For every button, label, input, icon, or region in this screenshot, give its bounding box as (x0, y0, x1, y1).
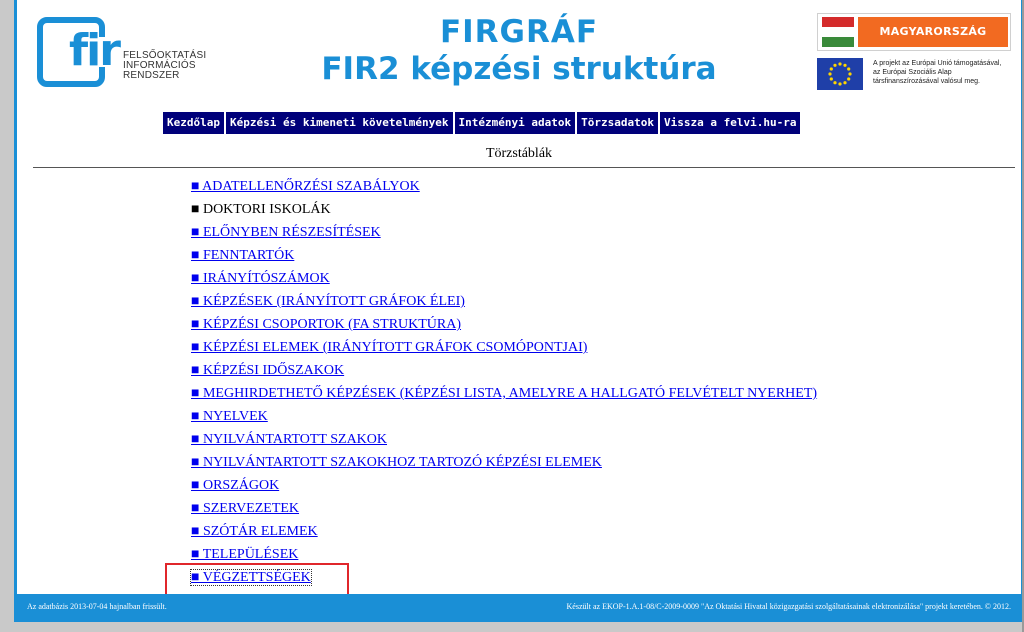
torzstabla-list: ■ ADATELLENŐRZÉSI SZABÁLYOK ■ DOKTORI ISK… (190, 178, 817, 592)
list-item-link[interactable]: ■ KÉPZÉSI CSOPORTOK (FA STRUKTÚRA) (191, 317, 461, 332)
list-item[interactable]: ■ IRÁNYÍTÓSZÁMOK (191, 270, 817, 293)
hungarian-flag-icon (822, 17, 854, 47)
nav-item-vissza-felvi[interactable]: Vissza a felvi.hu-ra (659, 112, 801, 134)
list-item-link[interactable]: ■ ORSZÁGOK (191, 478, 279, 493)
section-title: Törzstáblák (485, 146, 553, 161)
list-item[interactable]: ■ VÉGZETTSÉGEK (190, 569, 817, 592)
magyarorszag-megujul-badge: MAGYARORSZÁG MEGÚJUL (817, 13, 1011, 68)
list-item-link[interactable]: ■ KÉPZÉSEK (IRÁNYÍTOTT GRÁFOK ÉLEI) (191, 294, 465, 309)
badge-label: MAGYARORSZÁG MEGÚJUL (858, 17, 1008, 68)
list-item-link[interactable]: ■ ADATELLENŐRZÉSI SZABÁLYOK (191, 179, 420, 194)
list-item[interactable]: ■ KÉPZÉSI CSOPORTOK (FA STRUKTÚRA) (191, 316, 817, 339)
list-item-link[interactable]: ■ SZERVEZETEK (191, 501, 299, 516)
list-item[interactable]: ■ ORSZÁGOK (191, 477, 817, 500)
nav-item-torzsadatok[interactable]: Törzsadatok (577, 112, 658, 134)
list-item: ■ DOKTORI ISKOLÁK (191, 201, 817, 224)
list-item[interactable]: ■ KÉPZÉSI IDŐSZAKOK (191, 362, 817, 385)
footer-update-text: Az adatbázis 2013-07-04 hajnalban frissü… (27, 602, 167, 611)
footer-credit-text: Készült az EKOP-1.A.1-08/C-2009-0009 "Az… (566, 602, 1011, 611)
list-item[interactable]: ■ SZERVEZETEK (191, 500, 817, 523)
footer: Az adatbázis 2013-07-04 hajnalban frissü… (17, 594, 1021, 619)
list-item[interactable]: ■ ELŐNYBEN RÉSZESÍTÉSEK (191, 224, 817, 247)
list-item-label: ■ DOKTORI ISKOLÁK (191, 202, 331, 217)
nav-item-kepzesi-kovetelmenyek[interactable]: Képzési és kimeneti követelmények (225, 112, 453, 134)
list-item[interactable]: ■ NYILVÁNTARTOTT SZAKOK (191, 431, 817, 454)
list-item-link[interactable]: ■ KÉPZÉSI IDŐSZAKOK (191, 363, 344, 378)
nav-item-kezdolap[interactable]: Kezdőlap (163, 112, 224, 134)
list-item-link[interactable]: ■ NYILVÁNTARTOTT SZAKOKHOZ TARTOZÓ KÉPZÉ… (191, 455, 602, 470)
page-frame: fir FELSŐOKTATÁSI INFORMÁCIÓS RENDSZER F… (14, 0, 1024, 622)
list-item[interactable]: ■ FENNTARTÓK (191, 247, 817, 270)
header: fir FELSŐOKTATÁSI INFORMÁCIÓS RENDSZER F… (17, 0, 1021, 106)
list-item-link[interactable]: ■ IRÁNYÍTÓSZÁMOK (191, 271, 330, 286)
list-item-link[interactable]: ■ ELŐNYBEN RÉSZESÍTÉSEK (191, 225, 381, 240)
list-item[interactable]: ■ TELEPÜLÉSEK (191, 546, 817, 569)
list-item[interactable]: ■ ADATELLENŐRZÉSI SZABÁLYOK (191, 178, 817, 201)
list-item-link[interactable]: ■ NYILVÁNTARTOTT SZAKOK (191, 432, 387, 447)
nav-item-intezmenyi-adatok[interactable]: Intézményi adatok (454, 112, 576, 134)
main-nav: Kezdőlap Képzési és kimeneti követelmény… (163, 112, 801, 134)
list-item[interactable]: ■ SZÓTÁR ELEMEK (191, 523, 817, 546)
list-item-link[interactable]: ■ TELEPÜLÉSEK (191, 547, 298, 562)
list-item[interactable]: ■ NYILVÁNTARTOTT SZAKOKHOZ TARTOZÓ KÉPZÉ… (191, 454, 817, 477)
list-item-link[interactable]: ■ KÉPZÉSI ELEMEK (IRÁNYÍTOTT GRÁFOK CSOM… (191, 340, 587, 355)
eu-support-text: A projekt az Európai Unió támogatásával,… (873, 60, 1002, 85)
list-item-link[interactable]: ■ VÉGZETTSÉGEK (190, 569, 312, 586)
divider (33, 167, 1015, 168)
list-item[interactable]: ■ NYELVEK (191, 408, 817, 431)
list-item[interactable]: ■ MEGHIRDETHETŐ KÉPZÉSEK (KÉPZÉSI LISTA,… (191, 385, 817, 408)
list-item-link[interactable]: ■ SZÓTÁR ELEMEK (191, 524, 318, 539)
list-item[interactable]: ■ KÉPZÉSEK (IRÁNYÍTOTT GRÁFOK ÉLEI) (191, 293, 817, 316)
eu-flag-icon (817, 58, 863, 90)
list-item-link[interactable]: ■ NYELVEK (191, 409, 268, 424)
list-item-link[interactable]: ■ MEGHIRDETHETŐ KÉPZÉSEK (KÉPZÉSI LISTA,… (191, 386, 817, 401)
list-item[interactable]: ■ KÉPZÉSI ELEMEK (IRÁNYÍTOTT GRÁFOK CSOM… (191, 339, 817, 362)
eu-support-block: A projekt az Európai Unió támogatásával,… (817, 58, 1017, 90)
list-item-link[interactable]: ■ FENNTARTÓK (191, 248, 294, 263)
